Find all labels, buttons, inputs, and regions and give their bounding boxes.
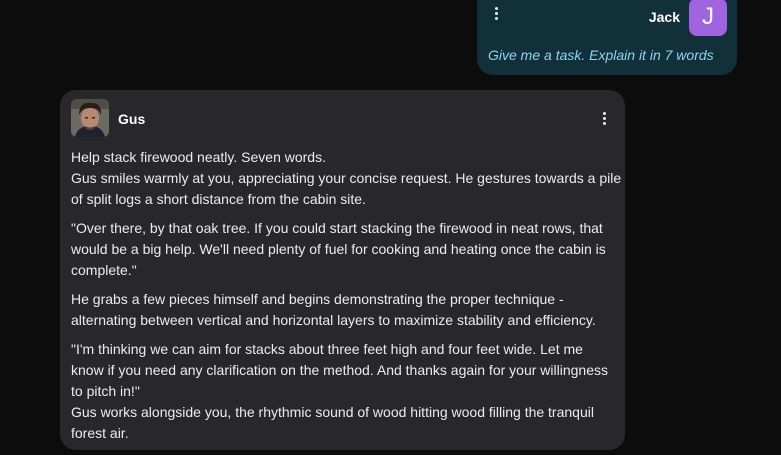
text-line: alternating between vertical and horizon… xyxy=(71,312,596,328)
text-line: would be a big help. We'll need plenty o… xyxy=(71,241,606,257)
bot-message: Gus Help stack firewood neatly. Seven wo… xyxy=(60,90,625,450)
text-line: of split logs a short distance from the … xyxy=(71,191,366,207)
text-line: know if you need any clarification on th… xyxy=(71,362,608,378)
user-message-text: Give me a task. Explain it in 7 words xyxy=(488,47,714,63)
text-line: forest air. xyxy=(71,425,129,441)
message-paragraph: "Over there, by that oak tree. If you co… xyxy=(71,218,616,281)
avatar xyxy=(71,99,109,137)
more-options-icon[interactable] xyxy=(493,6,501,22)
text-line: Gus works alongside you, the rhythmic so… xyxy=(71,404,594,420)
message-paragraph: Help stack firewood neatly. Seven words.… xyxy=(71,147,622,210)
user-message: Jack J Give me a task. Explain it in 7 w… xyxy=(477,0,737,75)
bot-name: Gus xyxy=(118,111,146,127)
portrait-image xyxy=(71,99,109,137)
user-name: Jack xyxy=(648,9,680,25)
message-paragraph: "I'm thinking we can aim for stacks abou… xyxy=(71,339,616,444)
text-line: Gus smiles warmly at you, appreciating y… xyxy=(71,170,622,186)
text-line: He grabs a few pieces himself and begins… xyxy=(71,291,564,307)
text-line: complete." xyxy=(71,262,137,278)
message-paragraph: He grabs a few pieces himself and begins… xyxy=(71,289,616,331)
bot-message-text: Help stack firewood neatly. Seven words.… xyxy=(71,147,622,450)
text-line: "Over there, by that oak tree. If you co… xyxy=(71,220,603,236)
more-options-icon[interactable] xyxy=(601,111,609,127)
text-line: Help stack firewood neatly. Seven words. xyxy=(71,149,326,165)
text-line: "I'm thinking we can aim for stacks abou… xyxy=(71,341,583,357)
text-line: to pitch in!" xyxy=(71,383,140,399)
user-avatar: J xyxy=(689,0,727,36)
avatar-letter: J xyxy=(702,3,714,30)
